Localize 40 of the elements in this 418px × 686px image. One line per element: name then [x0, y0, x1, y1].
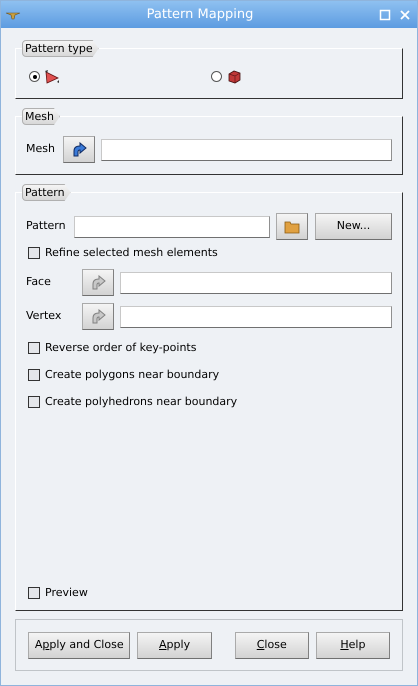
field-label: Vertex: [26, 308, 62, 324]
new-button[interactable]: New...: [315, 213, 392, 240]
maximize-icon[interactable]: [379, 8, 391, 20]
checkbox[interactable]: [28, 247, 40, 259]
checkbox-label: Create polygons near boundary: [45, 366, 220, 383]
dialog-button[interactable]: Close: [234, 632, 309, 658]
dialog-button[interactable]: Apply and Close: [28, 632, 130, 658]
select-button[interactable]: [63, 136, 95, 163]
checkbox-label: Reverse order of key-points: [45, 340, 196, 356]
window-title: Pattern Mapping: [146, 6, 254, 24]
dialog-button[interactable]: Help: [316, 632, 390, 658]
group-title: Mesh: [22, 108, 60, 125]
checkbox[interactable]: [28, 587, 40, 599]
checkbox[interactable]: [28, 369, 40, 381]
checkbox[interactable]: [28, 396, 40, 408]
app-icon: [5, 10, 21, 20]
group-title: Pattern: [22, 184, 71, 201]
arrow-icon: [90, 308, 106, 324]
input-field[interactable]: [74, 216, 270, 238]
open-button[interactable]: [276, 213, 308, 240]
input-field[interactable]: [120, 272, 392, 294]
field-label: Pattern: [26, 218, 67, 234]
triangle-icon: [44, 68, 60, 84]
folder-icon: [284, 220, 300, 234]
group-title: Pattern type: [22, 40, 99, 57]
checkbox-label: Refine selected mesh elements: [45, 244, 218, 261]
field-label: Face: [26, 274, 52, 290]
input-field[interactable]: [120, 306, 392, 328]
checkbox-label: Create polyhedrons near boundary: [45, 394, 238, 410]
radio-button[interactable]: [210, 71, 222, 82]
checkbox-label: Preview: [45, 584, 88, 601]
close-icon[interactable]: [399, 8, 411, 20]
field-label: Mesh: [26, 141, 56, 158]
input-field[interactable]: [101, 138, 392, 160]
arrow-icon: [90, 274, 106, 290]
radio-button[interactable]: [29, 71, 40, 82]
cube-icon: [226, 68, 242, 84]
dialog-button[interactable]: Apply: [137, 632, 212, 658]
arrow-icon: [71, 142, 87, 158]
checkbox[interactable]: [28, 342, 40, 354]
